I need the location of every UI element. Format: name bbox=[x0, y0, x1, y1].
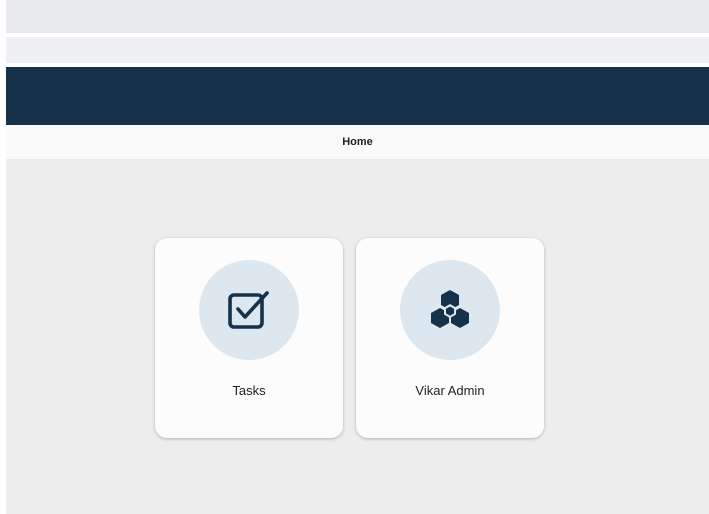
vikar-admin-icon-circle bbox=[400, 260, 500, 360]
app-header bbox=[6, 67, 709, 125]
checkbox-icon bbox=[228, 291, 269, 329]
top-browser-strip: ​ bbox=[6, 0, 709, 33]
nav-bar: Home bbox=[6, 125, 709, 159]
secondary-strip bbox=[6, 37, 709, 63]
vikar-admin-tile-label: Vikar Admin bbox=[415, 383, 485, 398]
tasks-icon-circle bbox=[199, 260, 299, 360]
tasks-tile-label: Tasks bbox=[232, 383, 266, 398]
vikar-admin-tile[interactable]: Vikar Admin bbox=[356, 238, 544, 438]
main-content: Tasks Vikar Admin bbox=[6, 159, 709, 514]
tasks-tile[interactable]: Tasks bbox=[155, 238, 343, 438]
page: ​ Home Tasks bbox=[0, 0, 709, 514]
nav-home-link[interactable]: Home bbox=[342, 136, 373, 148]
cubes-icon bbox=[431, 290, 469, 328]
